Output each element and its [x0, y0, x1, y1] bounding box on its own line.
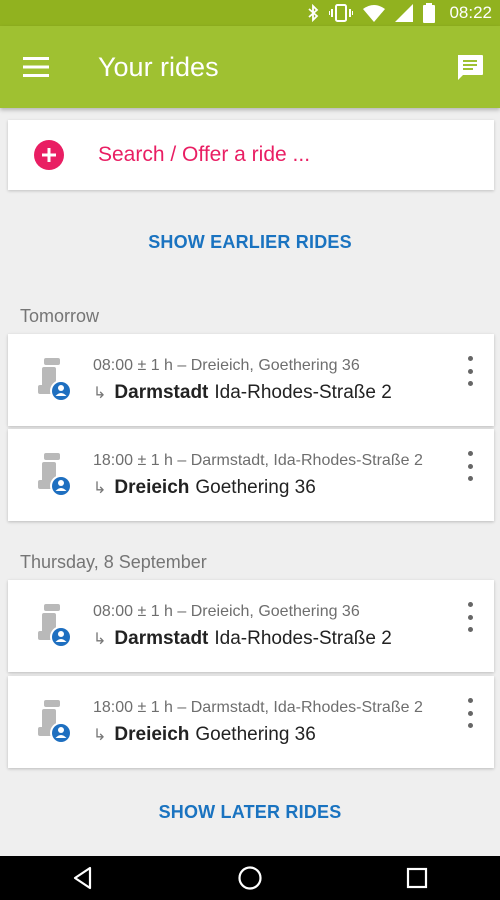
seat-passenger-icon	[36, 453, 74, 499]
turn-arrow-icon: ↳	[93, 727, 107, 744]
home-icon[interactable]	[220, 856, 280, 900]
destination-city: Darmstadt	[114, 628, 209, 649]
ride-card[interactable]: 08:00 ± 1 h – Dreieich, Goethering 36 ↳ …	[8, 334, 494, 426]
ride-card[interactable]: 18:00 ± 1 h – Darmstadt, Ida-Rhodes-Stra…	[8, 676, 494, 768]
destination-city: Dreieich	[114, 724, 190, 745]
status-time: 08:22	[449, 3, 492, 22]
seat-passenger-icon	[36, 358, 74, 404]
turn-arrow-icon: ↳	[93, 480, 107, 497]
chat-icon[interactable]	[452, 50, 488, 86]
signal-icon	[395, 4, 414, 22]
system-nav-bar	[0, 856, 500, 900]
destination-street: Ida-Rhodes-Straße 2	[214, 628, 392, 649]
wifi-icon	[363, 4, 386, 22]
ride-card[interactable]: 08:00 ± 1 h – Dreieich, Goethering 36 ↳ …	[8, 580, 494, 672]
more-options-icon[interactable]	[458, 451, 482, 481]
section-header: Tomorrow	[20, 306, 100, 326]
battery-icon	[423, 3, 436, 23]
ride-destination: ↳ Darmstadt Ida-Rhodes-Straße 2	[93, 628, 392, 650]
destination-street: Ida-Rhodes-Straße 2	[214, 382, 392, 403]
ride-departure: 08:00 ± 1 h – Dreieich, Goethering 36	[93, 357, 360, 374]
more-options-icon[interactable]	[458, 602, 482, 632]
hamburger-menu-icon[interactable]	[0, 26, 72, 108]
search-offer-field[interactable]: Search / Offer a ride ...	[8, 120, 494, 190]
search-placeholder: Search / Offer a ride ...	[98, 143, 311, 166]
turn-arrow-icon: ↳	[93, 631, 107, 648]
back-icon[interactable]	[53, 856, 113, 900]
show-later-rides-button[interactable]: SHOW LATER RIDES	[0, 802, 500, 823]
ride-destination: ↳ Dreieich Goethering 36	[93, 724, 316, 746]
bluetooth-icon	[307, 4, 319, 22]
more-options-icon[interactable]	[458, 698, 482, 728]
ride-departure: 18:00 ± 1 h – Darmstadt, Ida-Rhodes-Stra…	[93, 452, 423, 469]
more-options-icon[interactable]	[458, 356, 482, 386]
ride-destination: ↳ Dreieich Goethering 36	[93, 477, 316, 499]
app-bar: Your rides	[0, 26, 500, 108]
destination-city: Darmstadt	[114, 382, 209, 403]
ride-card[interactable]: 18:00 ± 1 h – Darmstadt, Ida-Rhodes-Stra…	[8, 429, 494, 521]
destination-street: Goethering 36	[195, 477, 316, 498]
destination-city: Dreieich	[114, 477, 190, 498]
recents-icon[interactable]	[387, 856, 447, 900]
show-earlier-rides-button[interactable]: SHOW EARLIER RIDES	[0, 232, 500, 253]
status-bar: 08:22	[0, 0, 500, 26]
seat-passenger-icon	[36, 604, 74, 650]
seat-passenger-icon	[36, 700, 74, 746]
turn-arrow-icon: ↳	[93, 385, 107, 402]
page-title: Your rides	[98, 51, 219, 82]
destination-street: Goethering 36	[195, 724, 316, 745]
ride-destination: ↳ Darmstadt Ida-Rhodes-Straße 2	[93, 382, 392, 404]
vibrate-icon	[329, 4, 354, 22]
plus-circle-icon	[34, 140, 64, 170]
ride-departure: 18:00 ± 1 h – Darmstadt, Ida-Rhodes-Stra…	[93, 699, 423, 716]
section-header: Thursday, 8 September	[20, 552, 207, 572]
ride-departure: 08:00 ± 1 h – Dreieich, Goethering 36	[93, 603, 360, 620]
